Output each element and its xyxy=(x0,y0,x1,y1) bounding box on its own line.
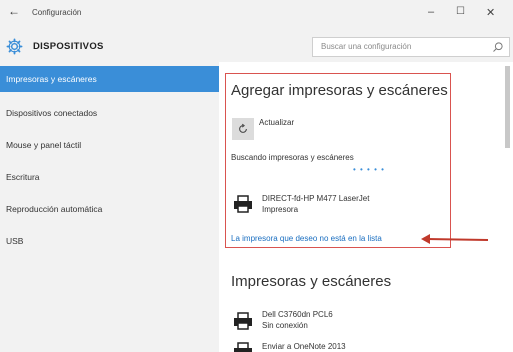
found-device-name[interactable]: DIRECT-fd-HP M477 LaserJet xyxy=(262,194,369,203)
arrow-annotation xyxy=(421,234,489,244)
sidebar-item-typing[interactable]: Escritura xyxy=(0,164,219,190)
printer-icon xyxy=(234,312,252,330)
sidebar-item-printers[interactable]: Impresoras y escáneres xyxy=(0,66,219,92)
sidebar-item-connected-devices[interactable]: Dispositivos conectados xyxy=(0,100,219,126)
device-status: Sin conexión xyxy=(262,321,308,330)
close-button[interactable]: ✕ xyxy=(486,6,495,19)
back-button[interactable]: ← xyxy=(8,4,20,18)
printer-not-listed-link[interactable]: La impresora que deseo no está en la lis… xyxy=(231,234,382,243)
printer-icon xyxy=(234,342,252,352)
refresh-button[interactable] xyxy=(232,118,254,140)
device-name[interactable]: Enviar a OneNote 2013 xyxy=(262,342,346,351)
title-bar: ← Configuración – ☐ ✕ xyxy=(0,0,513,30)
sidebar-item-autoplay[interactable]: Reproducción automática xyxy=(0,196,219,222)
device-name[interactable]: Dell C3760dn PCL6 xyxy=(262,310,333,319)
printers-list-heading: Impresoras y escáneres xyxy=(231,273,392,290)
search-input[interactable]: Buscar una configuración xyxy=(312,37,510,57)
printer-icon xyxy=(234,195,252,213)
settings-header: DISPOSITIVOS Buscar una configuración xyxy=(0,30,513,62)
search-placeholder: Buscar una configuración xyxy=(321,42,412,51)
minimize-button[interactable]: – xyxy=(428,6,434,18)
add-printers-heading: Agregar impresoras y escáneres xyxy=(231,82,448,99)
refresh-icon xyxy=(239,123,247,133)
page-title: DISPOSITIVOS xyxy=(33,41,104,52)
searching-status: Buscando impresoras y escáneres xyxy=(231,153,354,162)
sidebar-item-usb[interactable]: USB xyxy=(0,228,219,254)
search-icon[interactable] xyxy=(492,41,504,53)
sidebar-item-mouse[interactable]: Mouse y panel táctil xyxy=(0,132,219,158)
refresh-label[interactable]: Actualizar xyxy=(259,118,294,127)
progress-dots: • • • • • xyxy=(353,165,385,174)
window-title: Configuración xyxy=(32,8,82,17)
gear-icon xyxy=(6,38,23,55)
maximize-button[interactable]: ☐ xyxy=(456,6,465,17)
found-device-type: Impresora xyxy=(262,205,299,214)
scrollbar[interactable] xyxy=(505,66,510,148)
